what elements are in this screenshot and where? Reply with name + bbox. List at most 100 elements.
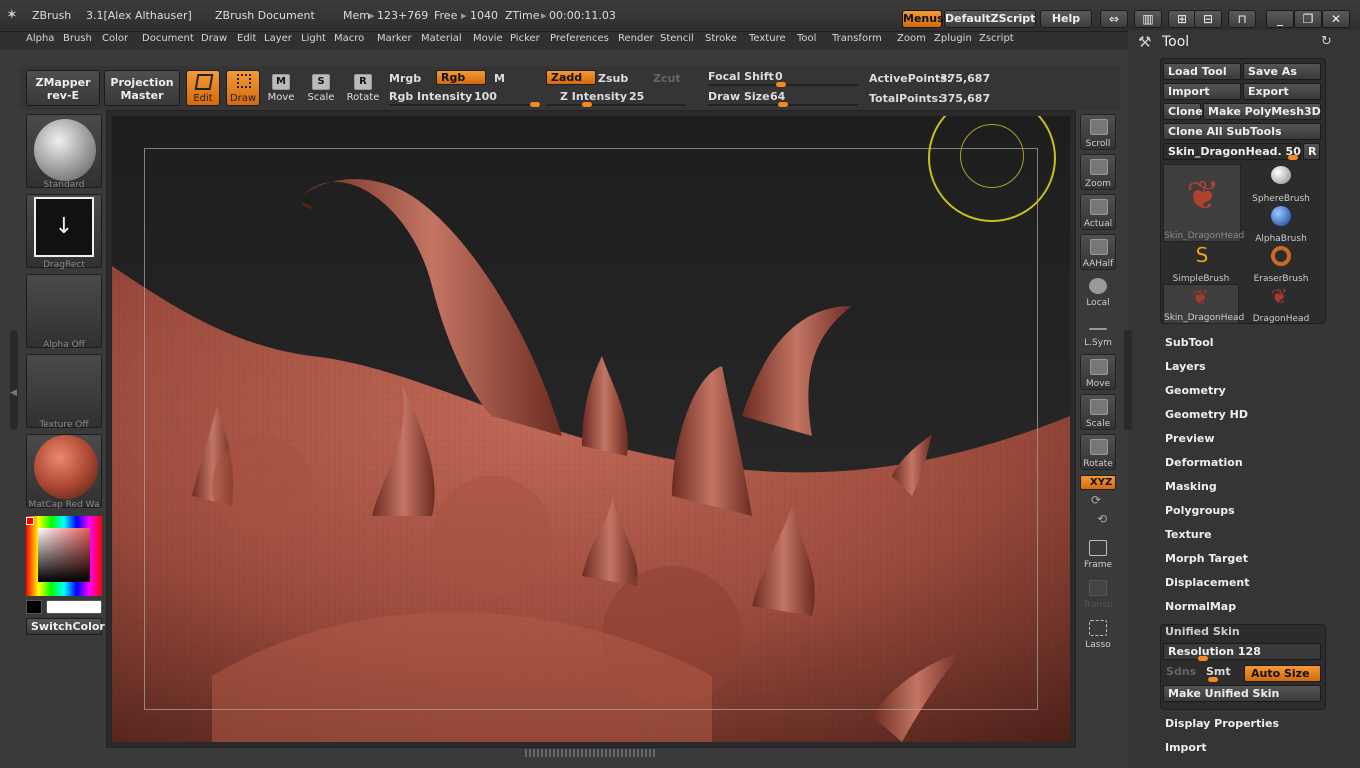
tool-thumb-spherebrush[interactable]: SphereBrush xyxy=(1243,164,1319,204)
focal-shift-knob[interactable] xyxy=(776,82,786,87)
export-button[interactable]: Export xyxy=(1243,83,1321,100)
menu-movie[interactable]: Movie xyxy=(473,33,503,44)
material-tile[interactable]: MatCap Red Wa xyxy=(26,434,102,510)
tool-thumb-eraserbrush[interactable]: EraserBrush xyxy=(1243,244,1319,284)
transp-button[interactable]: Transp xyxy=(1080,576,1116,612)
tool-thumb-dragonhead[interactable]: ❦ DragonHead xyxy=(1243,284,1319,324)
zcut-button[interactable]: Zcut xyxy=(653,72,681,85)
projection-master-button[interactable]: Projection Master xyxy=(104,70,180,106)
tool-thumb-skin-dragonhead[interactable]: ❦ Skin_DragonHead xyxy=(1163,164,1244,242)
tool-palette-title[interactable]: Tool xyxy=(1162,34,1189,50)
layout-icon[interactable]: ⊟ xyxy=(1194,10,1222,28)
rotate-view-button[interactable]: Rotate xyxy=(1080,434,1116,470)
menu-picker[interactable]: Picker xyxy=(510,33,540,44)
tray-collapse-handle[interactable] xyxy=(1124,330,1132,430)
menu-zplugin[interactable]: Zplugin xyxy=(934,33,972,44)
switch-color-button[interactable]: SwitchColor xyxy=(26,618,105,635)
section-deformation[interactable]: Deformation xyxy=(1165,456,1243,469)
z-intensity-slider[interactable] xyxy=(546,104,686,106)
actual-button[interactable]: Actual xyxy=(1080,194,1116,230)
rgb-button[interactable]: Rgb xyxy=(436,70,486,85)
menu-document[interactable]: Document xyxy=(142,33,194,44)
menus-button[interactable]: Menus xyxy=(902,10,944,28)
scroll-left-right-icon[interactable]: ⇔ xyxy=(1100,10,1128,28)
section-import[interactable]: Import xyxy=(1165,741,1207,754)
make-polymesh-button[interactable]: Make PolyMesh3D xyxy=(1203,103,1321,120)
menu-render[interactable]: Render xyxy=(618,33,654,44)
menu-edit[interactable]: Edit xyxy=(237,33,256,44)
rgb-intensity-slider[interactable] xyxy=(389,104,541,106)
zsub-button[interactable]: Zsub xyxy=(598,72,628,85)
focal-shift-label[interactable]: Focal Shift xyxy=(708,70,774,83)
section-geometry-hd[interactable]: Geometry HD xyxy=(1165,408,1248,421)
local-button[interactable]: Local xyxy=(1080,274,1116,310)
mrgb-button[interactable]: Mrgb xyxy=(389,72,421,85)
menu-zscript[interactable]: Zscript xyxy=(979,33,1014,44)
zoom-button[interactable]: Zoom xyxy=(1080,154,1116,190)
draw-size-knob[interactable] xyxy=(778,102,788,107)
m-button[interactable]: M xyxy=(494,72,505,85)
auto-size-button[interactable]: Auto Size xyxy=(1244,665,1321,682)
section-preview[interactable]: Preview xyxy=(1165,432,1215,445)
move-view-button[interactable]: Move xyxy=(1080,354,1116,390)
color-saturation-box[interactable] xyxy=(38,528,90,582)
minimize-icon[interactable]: _ xyxy=(1266,10,1294,28)
menu-texture[interactable]: Texture xyxy=(749,33,786,44)
frame-button[interactable]: Frame xyxy=(1080,536,1116,572)
aahalf-button[interactable]: AAHalf xyxy=(1080,234,1116,270)
current-tool-knob[interactable] xyxy=(1288,155,1298,160)
menu-stencil[interactable]: Stencil xyxy=(660,33,694,44)
rotate-y-icon[interactable]: ⟳ xyxy=(1091,493,1101,507)
default-zscript-button[interactable]: DefaultZScript xyxy=(944,10,1036,28)
menu-color[interactable]: Color xyxy=(102,33,128,44)
rotate-z-icon[interactable]: ⟲ xyxy=(1097,512,1107,526)
scale-view-button[interactable]: Scale xyxy=(1080,394,1116,430)
draw-size-label[interactable]: Draw Size xyxy=(708,90,770,103)
primary-color-swatch[interactable] xyxy=(46,600,102,614)
menu-layer[interactable]: Layer xyxy=(264,33,292,44)
lasso-button[interactable]: Lasso xyxy=(1080,616,1116,652)
section-subtool[interactable]: SubTool xyxy=(1165,336,1214,349)
smt-knob[interactable] xyxy=(1208,677,1218,682)
rgb-intensity-knob[interactable] xyxy=(530,102,540,107)
section-masking[interactable]: Masking xyxy=(1165,480,1217,493)
section-display-properties[interactable]: Display Properties xyxy=(1165,717,1279,730)
close-icon[interactable]: ✕ xyxy=(1322,10,1350,28)
tool-thumb-skin-dragonhead-2[interactable]: ❦ Skin_DragonHead xyxy=(1163,284,1244,324)
tool-thumb-simplebrush[interactable]: S SimpleBrush xyxy=(1163,244,1239,284)
section-layers[interactable]: Layers xyxy=(1165,360,1206,373)
r-button[interactable]: R xyxy=(1303,143,1320,160)
menu-brush[interactable]: Brush xyxy=(63,33,92,44)
section-geometry[interactable]: Geometry xyxy=(1165,384,1226,397)
lsym-button[interactable]: L.Sym xyxy=(1080,314,1116,350)
menu-transform[interactable]: Transform xyxy=(832,33,882,44)
menu-draw[interactable]: Draw xyxy=(201,33,227,44)
bottom-resize-handle[interactable] xyxy=(525,749,655,757)
resolution-knob[interactable] xyxy=(1198,656,1208,661)
left-collapse-handle[interactable] xyxy=(10,330,18,430)
section-normalmap[interactable]: NormalMap xyxy=(1165,600,1236,613)
menu-light[interactable]: Light xyxy=(301,33,326,44)
menu-material[interactable]: Material xyxy=(421,33,462,44)
menu-macro[interactable]: Macro xyxy=(334,33,364,44)
secondary-color-swatch[interactable] xyxy=(26,600,42,614)
section-texture[interactable]: Texture xyxy=(1165,528,1212,541)
load-tool-button[interactable]: Load Tool xyxy=(1163,63,1241,80)
menu-preferences[interactable]: Preferences xyxy=(550,33,609,44)
help-button[interactable]: Help xyxy=(1040,10,1092,28)
clone-all-subtools-button[interactable]: Clone All SubTools xyxy=(1163,123,1321,140)
stroke-tile[interactable]: ↓ DragRect xyxy=(26,194,102,270)
menu-zoom[interactable]: Zoom xyxy=(897,33,926,44)
z-intensity-label[interactable]: Z Intensity xyxy=(560,90,627,103)
import-button[interactable]: Import xyxy=(1163,83,1241,100)
resolution-slider[interactable]: Resolution 128 xyxy=(1163,643,1321,660)
unified-skin-title[interactable]: Unified Skin xyxy=(1165,625,1240,638)
tool-thumb-alphabrush[interactable]: AlphaBrush xyxy=(1243,204,1319,244)
save-as-button[interactable]: Save As xyxy=(1243,63,1321,80)
move-button[interactable]: M Move xyxy=(264,70,298,106)
lock-icon[interactable]: ⊓ xyxy=(1228,10,1256,28)
edit-button[interactable]: Edit xyxy=(186,70,220,106)
menu-marker[interactable]: Marker xyxy=(377,33,412,44)
texture-tile[interactable]: Texture Off xyxy=(26,354,102,430)
resize-icon[interactable]: ▥ xyxy=(1134,10,1162,28)
